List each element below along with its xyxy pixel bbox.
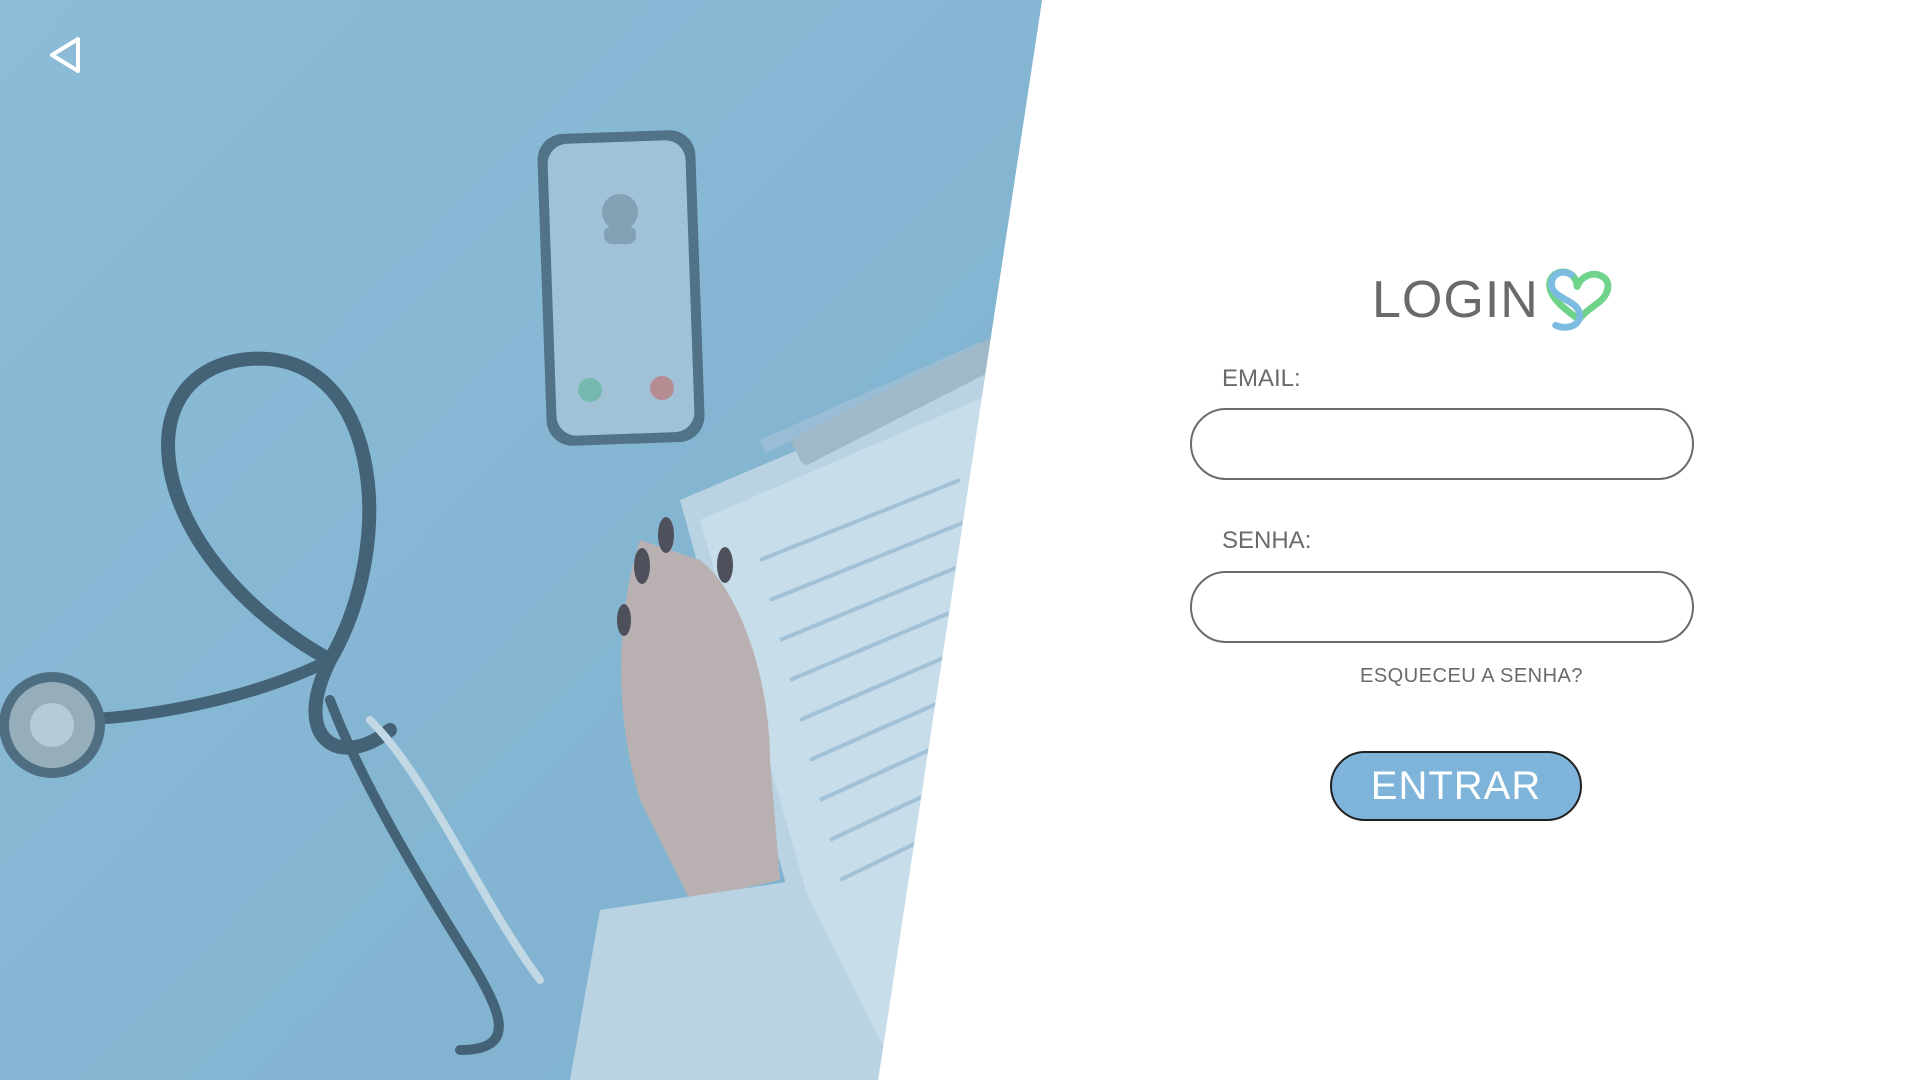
- hero-image-panel: [0, 0, 1042, 1080]
- password-label: SENHA:: [1222, 527, 1312, 554]
- heart-logo-icon: [1546, 268, 1612, 331]
- login-screen: LOGIN EMAIL: SENHA: ESQUECEU A SENHA? EN…: [0, 0, 1920, 1080]
- back-triangle-icon: [50, 37, 80, 73]
- forgot-password-link[interactable]: ESQUECEU A SENHA?: [1360, 665, 1583, 688]
- back-button[interactable]: [40, 30, 90, 80]
- login-button[interactable]: ENTRAR: [1330, 751, 1582, 821]
- medical-desk-illustration: [0, 0, 1042, 1080]
- email-field[interactable]: [1190, 408, 1694, 480]
- password-field[interactable]: [1190, 571, 1694, 643]
- login-header: LOGIN: [1190, 255, 1700, 345]
- email-label: EMAIL:: [1222, 365, 1301, 392]
- login-form: LOGIN EMAIL: SENHA: ESQUECEU A SENHA? EN…: [1190, 255, 1700, 855]
- page-title: LOGIN: [1372, 271, 1539, 329]
